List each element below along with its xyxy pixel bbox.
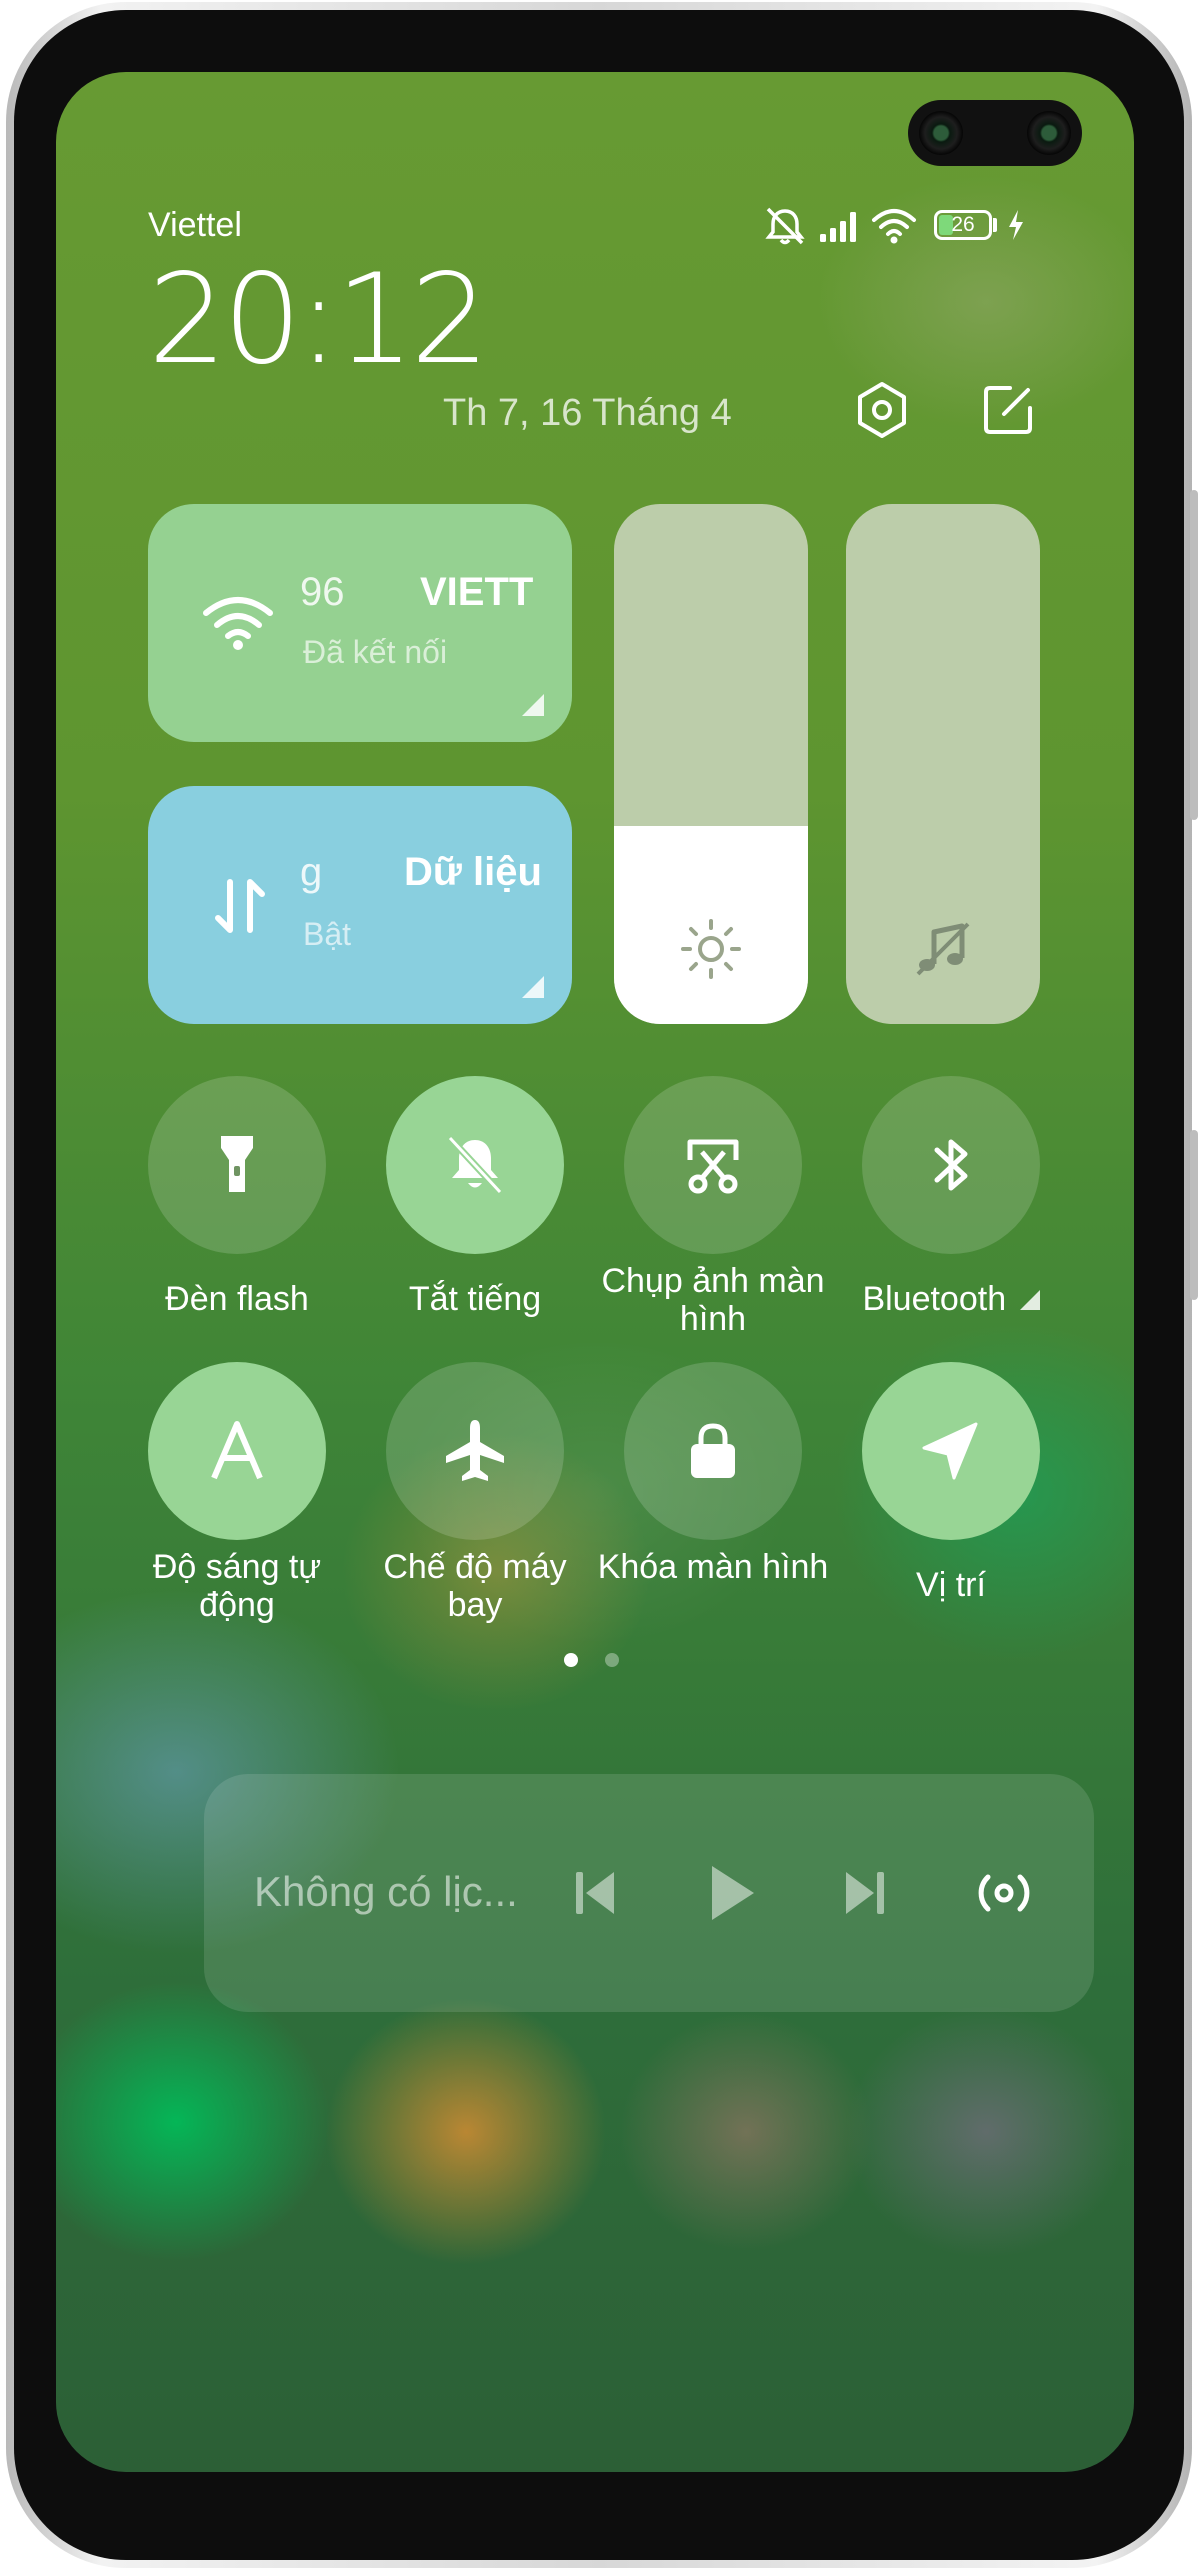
next-icon[interactable] [840,1866,890,1920]
camera-cutout [908,100,1082,166]
wifi-icon [203,597,273,650]
battery-percent: 26 [951,213,975,236]
mute-icon [765,207,805,245]
media-title: Không có lịc... [254,1868,518,1915]
flashlight-toggle[interactable] [148,1076,326,1254]
mobile-data-tile[interactable]: g Dữ liệu Bật [148,786,572,1024]
screenshot-toggle[interactable] [624,1076,802,1254]
battery-icon: 26 [934,210,992,240]
bluetooth-icon [934,1139,968,1191]
phone-frame: Viettel 26 20:12 Th 7, 16 Tháng 4 96 VIE… [0,0,1201,2572]
flashlight-icon [221,1136,253,1192]
wifi-status: Đã kết nối [303,634,448,670]
flashlight-label: Đèn flash [165,1280,309,1318]
expand-corner-icon[interactable] [522,694,544,716]
wifi-tile[interactable]: 96 VIETT Đã kết nối [148,504,572,742]
auto-brightness-toggle[interactable] [148,1362,326,1540]
data-scroll: g [300,850,323,894]
data-status: Bật [303,916,352,952]
location-toggle[interactable] [862,1362,1040,1540]
bluetooth-toggle[interactable] [862,1076,1040,1254]
screen: Viettel 26 20:12 Th 7, 16 Tháng 4 96 VIE… [56,72,1134,2472]
lock-icon [691,1423,735,1478]
mute-bell-icon [447,1135,503,1195]
wifi-network-name: VIETT [420,570,534,614]
cast-icon[interactable] [972,1862,1036,1924]
lock-screen-label: Khóa màn hình [597,1548,829,1586]
battery-tip [993,218,997,232]
brightness-slider[interactable] [614,504,808,1024]
airplane-mode-label: Chế độ máy bay [383,1548,567,1624]
airplane-mode-toggle[interactable] [386,1362,564,1540]
media-player-card[interactable]: Không có lịc... [204,1774,1094,2012]
camera-lens [1027,111,1071,155]
sun-icon [681,919,741,979]
wifi-icon [872,209,916,244]
power-button [1190,1130,1198,1300]
previous-icon[interactable] [570,1866,620,1920]
gear-icon[interactable] [850,378,914,442]
charging-icon [1009,210,1023,240]
wifi-network-scroll: 96 [300,570,345,614]
screenshot-icon [687,1139,739,1194]
screenshot-label: Chụp ảnh màn hình [601,1262,825,1338]
play-icon[interactable] [704,1862,760,1924]
data-transfer-icon [215,879,265,933]
airplane-icon [446,1420,504,1481]
expand-corner-icon[interactable] [522,976,544,998]
bluetooth-label-text: Bluetooth [862,1280,1007,1318]
page-dot[interactable] [605,1653,619,1667]
bluetooth-label: Bluetooth [831,1280,1071,1318]
camera-lens [919,111,963,155]
volume-slider[interactable] [846,504,1040,1024]
carrier-name: Viettel [148,206,242,244]
lock-screen-toggle[interactable] [624,1362,802,1540]
location-label: Vị trí [916,1566,986,1604]
volume-button [1190,490,1198,820]
mute-label: Tắt tiếng [408,1280,542,1318]
data-title: Dữ liệu [404,850,542,894]
music-note-icon [916,922,970,976]
page-dot-active[interactable] [564,1653,578,1667]
signal-icon [820,212,856,242]
auto-brightness-icon [211,1421,263,1480]
clock: 20:12 [148,248,489,392]
auto-brightness-label: Độ sáng tự động [152,1548,322,1624]
mute-toggle[interactable] [386,1076,564,1254]
date-label: Th 7, 16 Tháng 4 [443,392,732,434]
expand-corner-icon[interactable] [1019,1290,1040,1310]
edit-icon[interactable] [976,378,1040,442]
location-icon [922,1422,978,1480]
